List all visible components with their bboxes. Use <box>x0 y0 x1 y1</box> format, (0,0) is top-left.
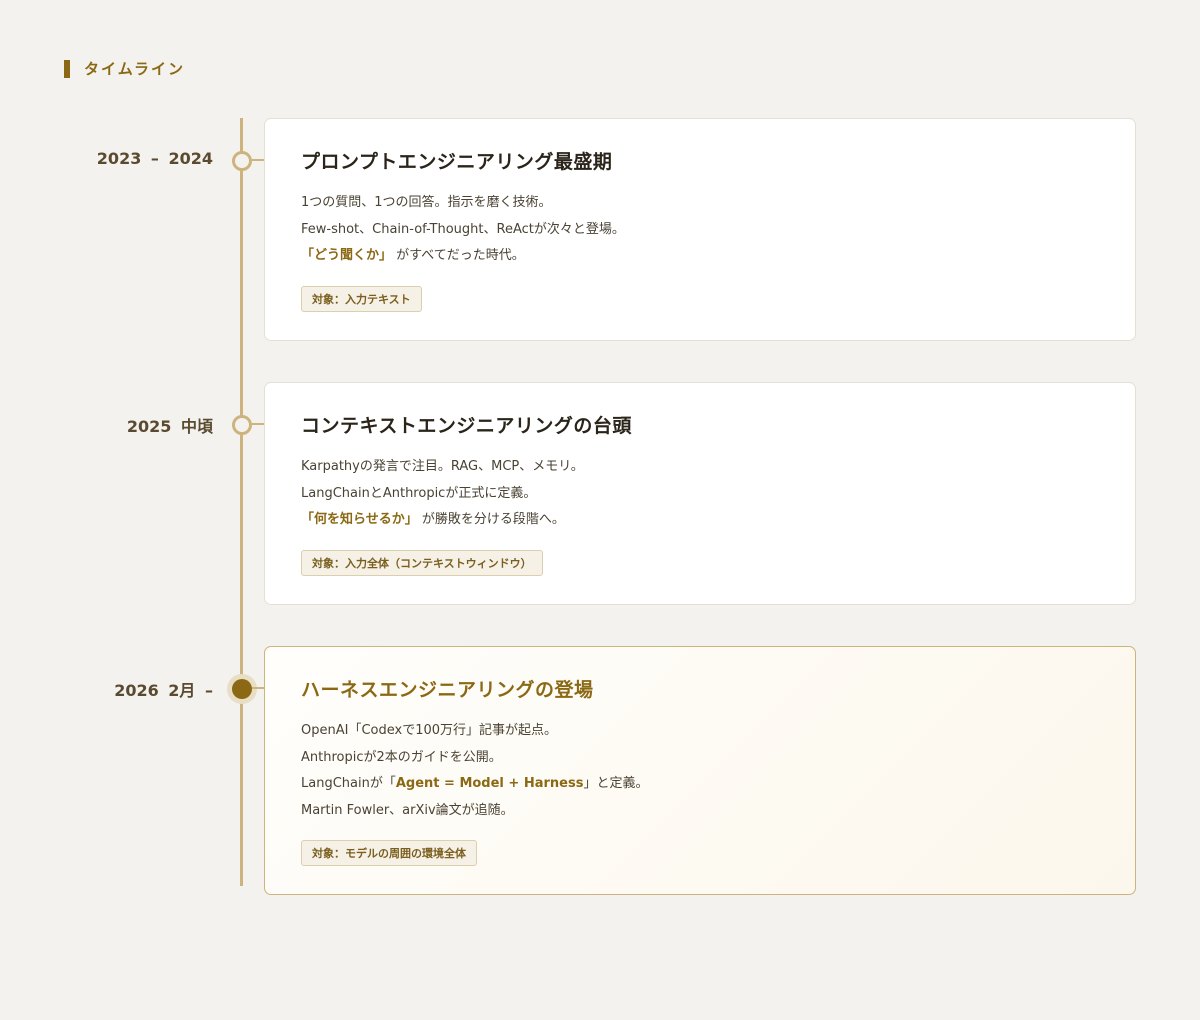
line-text: LangChainが「 <box>301 776 396 791</box>
entry-card-current: ハーネスエンジニアリングの登場 OpenAI「Codexで100万行」記事が起点… <box>264 646 1136 895</box>
timeline-line <box>240 118 243 886</box>
entry-title: コンテキストエンジニアリングの台頭 <box>301 415 632 437</box>
entry-line: Anthropicが2本のガイドを公開。 <box>301 749 502 765</box>
highlight-text: 「どう聞くか」 <box>301 248 393 263</box>
entry-card: プロンプトエンジニアリング最盛期 1つの質問、1つの回答。指示を磨く技術。 Fe… <box>264 118 1136 341</box>
target-tag: 対象：モデルの周囲の環境全体 <box>301 840 477 866</box>
target-tag: 対象：入力全体（コンテキストウィンドウ） <box>301 549 543 576</box>
target-tag: 対象：入力テキスト <box>301 285 422 312</box>
line-text: がすべてだった時代。 <box>392 248 525 263</box>
timeline-page: タイムライン 2023 – 2024 プロンプトエンジニアリング最盛期 1つの質… <box>0 0 1200 1020</box>
entry-line: Few-shot、Chain-of-Thought、ReActが次々と登場。 <box>301 221 625 237</box>
highlight-text: 「何を知らせるか」 <box>301 512 418 527</box>
timeline-dot <box>232 415 252 435</box>
entry-date: 2023 – 2024 <box>96 149 213 168</box>
entry-line: Karpathyの発言で注目。RAG、MCP、メモリ。 <box>301 459 584 474</box>
entry-line: OpenAI「Codexで100万行」記事が起点。 <box>301 723 558 738</box>
entry-date: 2026 2月 – <box>114 681 213 700</box>
section-title: タイムライン <box>84 60 185 78</box>
timeline-dot-active <box>232 679 252 699</box>
section-accent-bar <box>64 59 70 78</box>
entry-line: 1つの質問、1つの回答。指示を磨く技術。 <box>301 195 552 210</box>
entry-highlight-line: 「何を知らせるか」 が勝敗を分ける段階へ。 <box>301 507 1099 534</box>
entry-date: 2025 中頃 <box>126 417 213 436</box>
entry-line: LangChainとAnthropicが正式に定義。 <box>301 485 537 501</box>
entry-highlight-line: 「どう聞くか」 がすべてだった時代。 <box>301 243 1099 270</box>
entry-mixed-line: LangChainが「Agent = Model + Harness」と定義。 <box>301 771 1099 798</box>
highlight-text: Agent = Model + Harness <box>395 776 584 791</box>
section-header: タイムライン <box>64 58 185 79</box>
entry-title: ハーネスエンジニアリングの登場 <box>301 679 594 701</box>
line-text: 」と定義。 <box>583 776 649 791</box>
timeline-dot <box>232 151 252 171</box>
line-text: が勝敗を分ける段階へ。 <box>417 512 565 527</box>
entry-title: プロンプトエンジニアリング最盛期 <box>301 151 613 173</box>
entry-line: Martin Fowler、arXiv論文が追随。 <box>301 802 514 818</box>
entry-card: コンテキストエンジニアリングの台頭 Karpathyの発言で注目。RAG、MCP… <box>264 382 1136 605</box>
